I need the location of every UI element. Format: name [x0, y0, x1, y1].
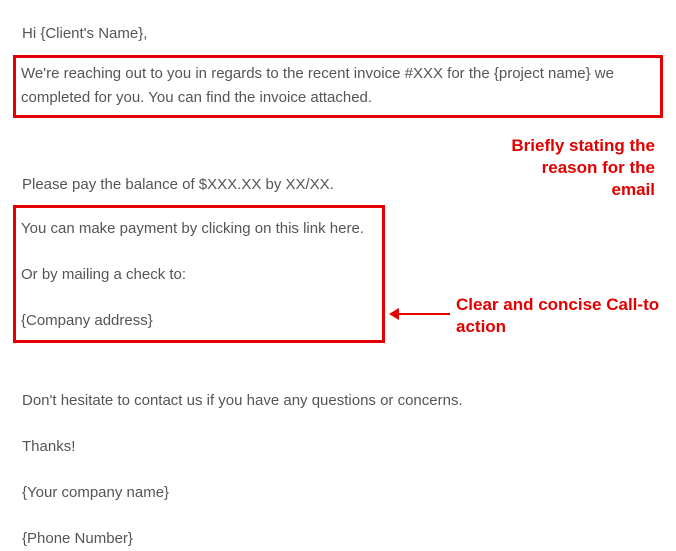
- arrow-icon: [395, 313, 450, 315]
- balance-line: Please pay the balance of $XXX.XX by XX/…: [22, 173, 654, 197]
- intro-line: We're reaching out to you in regards to …: [21, 62, 656, 110]
- phone-line: {Phone Number}: [22, 527, 654, 551]
- thanks-line: Thanks!: [22, 435, 654, 459]
- company-name-line: {Your company name}: [22, 481, 654, 505]
- mailing-intro-line: Or by mailing a check to:: [21, 263, 376, 287]
- greeting-line: Hi {Client's Name},: [22, 22, 654, 46]
- company-address-line: {Company address}: [21, 309, 376, 333]
- payment-link-line: You can make payment by clicking on this…: [21, 217, 376, 241]
- contact-line: Don't hesitate to contact us if you have…: [22, 389, 654, 413]
- annotation-cta: Clear and concise Call-to action: [456, 294, 676, 338]
